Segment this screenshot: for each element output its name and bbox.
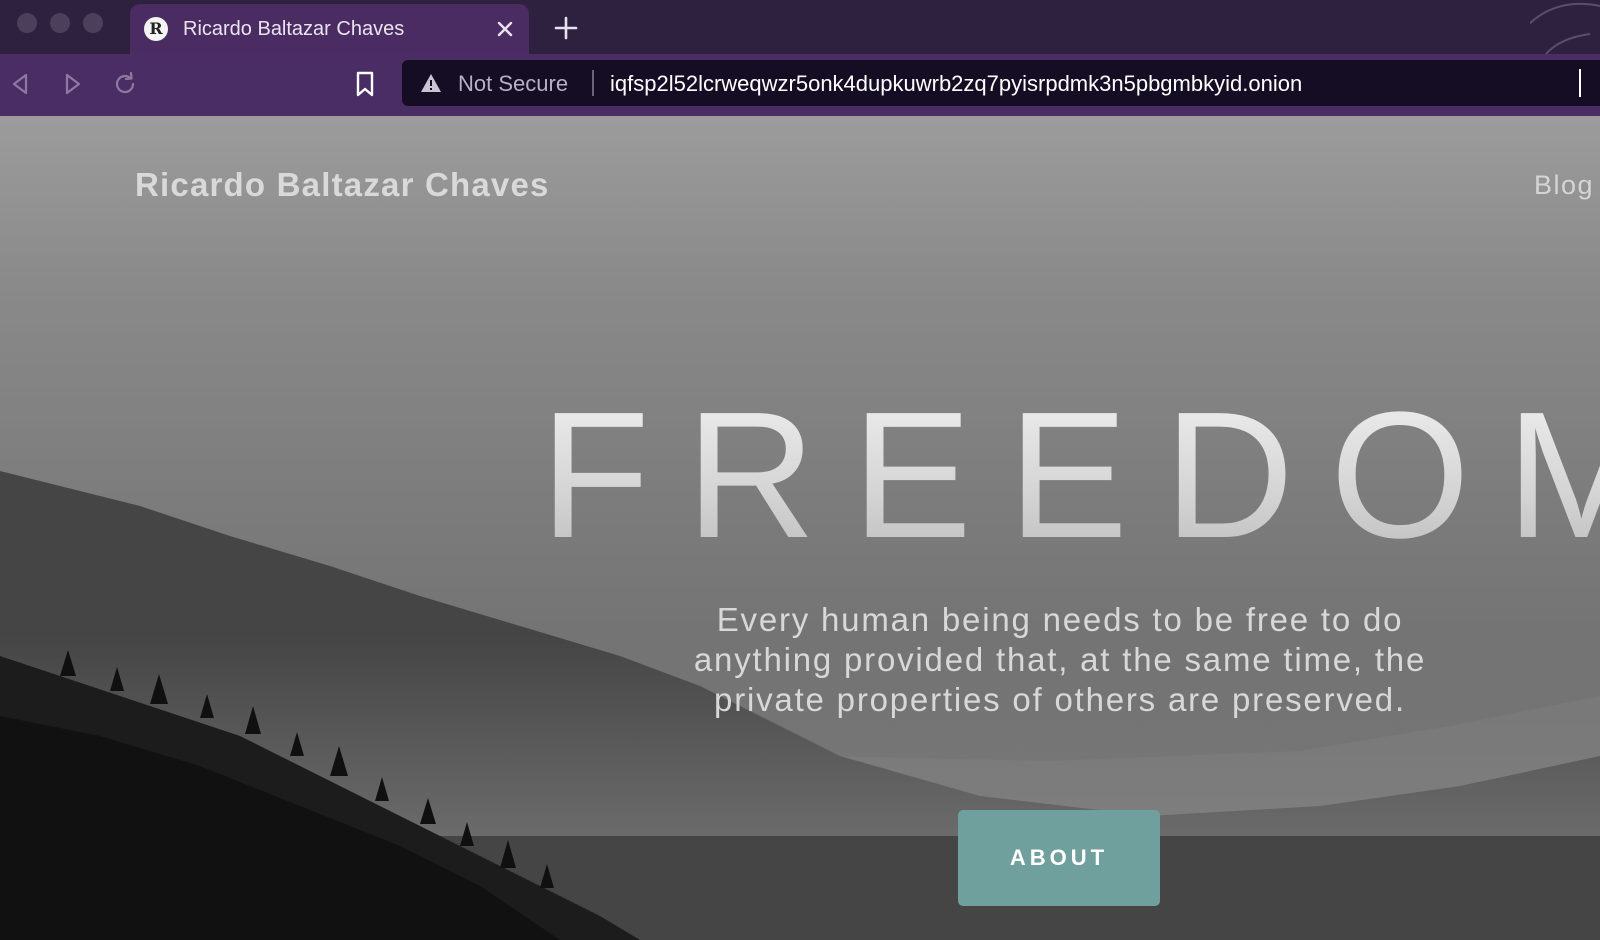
warning-icon [420, 72, 442, 94]
about-button[interactable]: ABOUT [958, 810, 1160, 906]
hero-tagline: Every human being needs to be free to do… [693, 601, 1427, 718]
url-text[interactable]: iqfsp2l52lcrweqwzr5onk4dupkuwrb2zq7pyisr… [610, 71, 1302, 97]
tab-title: Ricardo Baltazar Chaves [183, 18, 405, 40]
hero-heading: FREEDOM [540, 375, 1600, 576]
close-icon[interactable] [492, 16, 518, 42]
address-divider [592, 70, 594, 96]
active-tab[interactable]: R Ricardo Baltazar Chaves [130, 4, 529, 54]
address-bar[interactable]: Not Secure iqfsp2l52lcrweqwzr5onk4dupkuw… [402, 60, 1600, 106]
corner-decoration [1530, 0, 1600, 54]
plus-icon[interactable] [550, 12, 582, 44]
back-arrow-icon[interactable] [5, 68, 37, 100]
tab-strip: R Ricardo Baltazar Chaves [0, 0, 1600, 54]
web-page: Ricardo Baltazar Chaves Blog FREEDOM Eve… [0, 116, 1600, 940]
forward-arrow-icon[interactable] [56, 68, 88, 100]
site-favicon-icon: R [144, 17, 168, 41]
bookmark-icon[interactable] [350, 68, 380, 100]
window-close-dot[interactable] [17, 13, 37, 33]
window-minimize-dot[interactable] [50, 13, 70, 33]
text-caret [1579, 69, 1581, 97]
nav-link-blog[interactable]: Blog [1534, 170, 1594, 201]
security-status-label[interactable]: Not Secure [458, 71, 568, 97]
reload-icon[interactable] [109, 68, 141, 100]
site-title[interactable]: Ricardo Baltazar Chaves [135, 166, 550, 204]
window-zoom-dot[interactable] [83, 13, 103, 33]
browser-toolbar: Not Secure iqfsp2l52lcrweqwzr5onk4dupkuw… [0, 54, 1600, 116]
